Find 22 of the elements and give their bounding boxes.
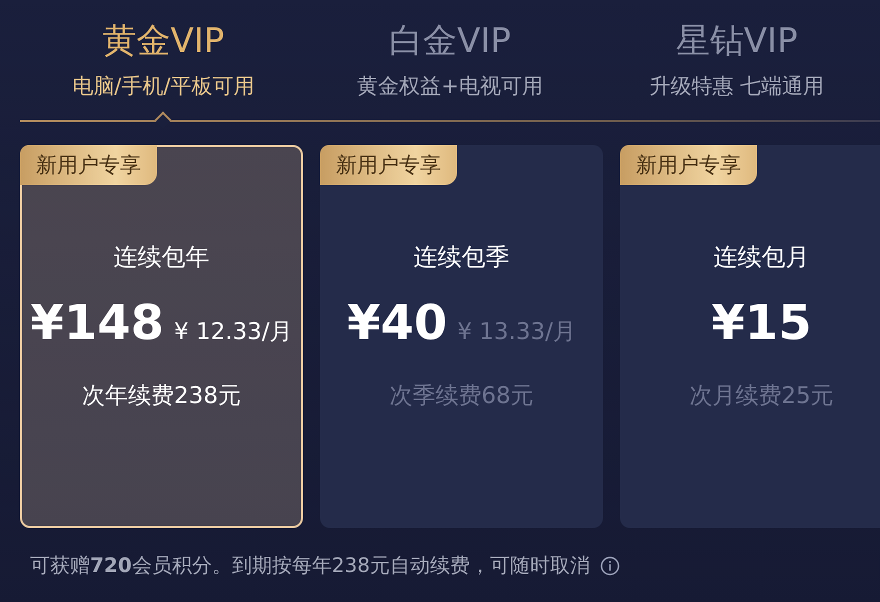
vip-tab[interactable]: 白金VIP 黄金权益+电视可用 [306, 18, 594, 120]
plan-name: 连续包季 [414, 242, 510, 273]
renewal-note: 次年续费238元 [82, 382, 241, 411]
plan-card[interactable]: 新用户专享 连续包月 ¥15 次月续费25元 [620, 145, 880, 528]
vip-tab[interactable]: 星钻VIP 升级特惠 七端通用 [593, 18, 880, 120]
plan-price: ¥15 [711, 294, 812, 353]
monthly-price: ¥ 13.33/月 [457, 318, 576, 347]
plan-price: ¥40 [347, 294, 448, 353]
info-icon[interactable] [600, 556, 620, 576]
new-user-badge: 新用户专享 [620, 145, 757, 185]
monthly-price: ¥ 12.33/月 [174, 318, 293, 347]
vip-tab[interactable]: 黄金VIP 电脑/手机/平板可用 [20, 18, 307, 120]
plan-name: 连续包月 [714, 242, 810, 273]
new-user-badge: 新用户专享 [20, 145, 157, 185]
plan-price: ¥148 [30, 294, 164, 353]
plan-name: 连续包年 [114, 242, 210, 273]
footer-note: 可获赠720会员积分。到期按每年238元自动续费，可随时取消 [30, 552, 590, 579]
plan-card[interactable]: 新用户专享 连续包年 ¥148 ¥ 12.33/月 次年续费238元 [20, 145, 303, 528]
renewal-note: 次月续费25元 [689, 382, 834, 411]
new-user-badge: 新用户专享 [320, 145, 457, 185]
renewal-note: 次季续费68元 [389, 382, 534, 411]
plan-card[interactable]: 新用户专享 连续包季 ¥40 ¥ 13.33/月 次季续费68元 [320, 145, 603, 528]
